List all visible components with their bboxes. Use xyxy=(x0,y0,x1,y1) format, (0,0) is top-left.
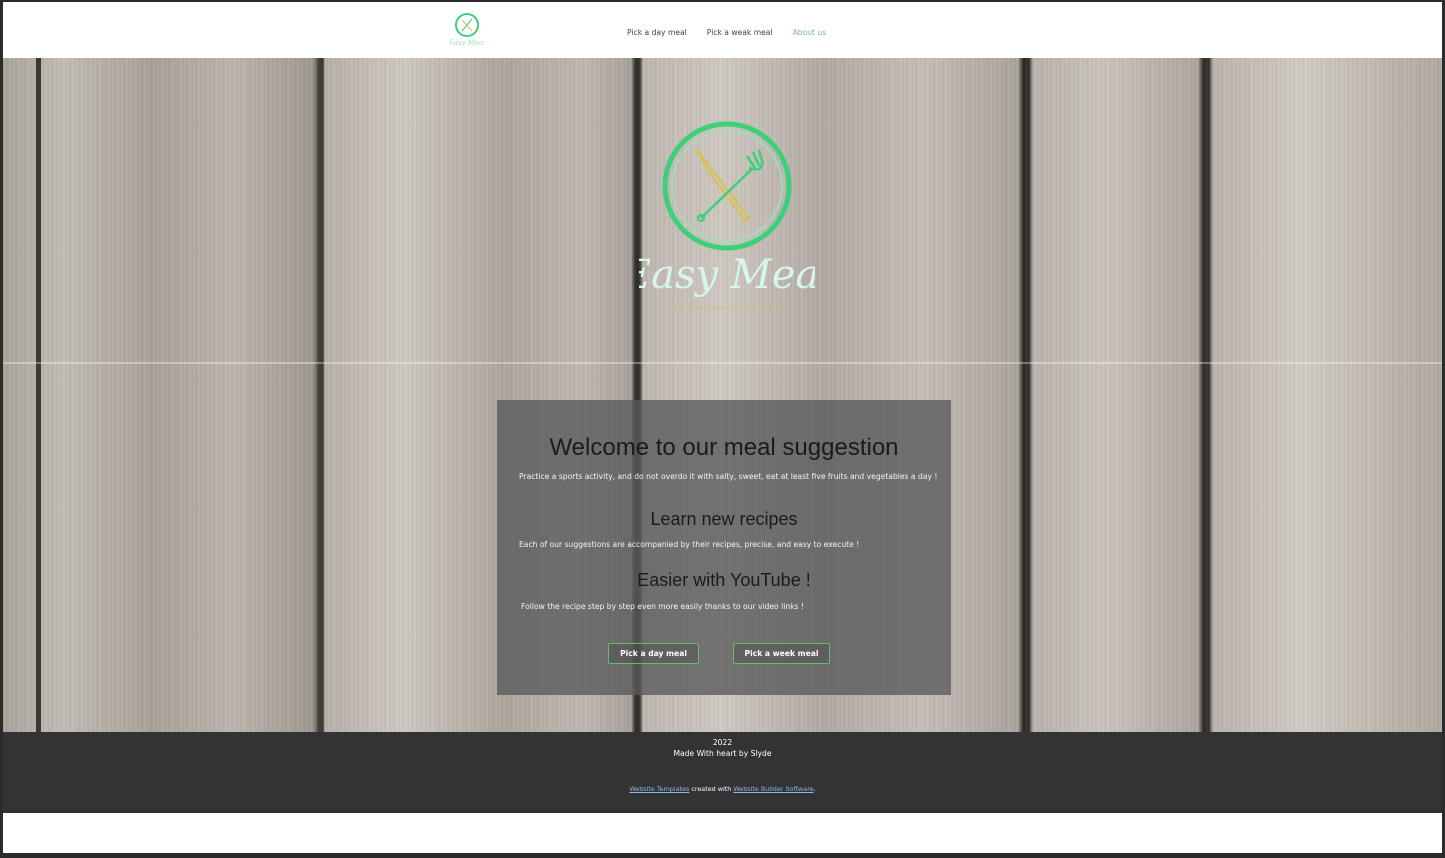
nav-pick-day-meal[interactable]: Pick a day meal xyxy=(627,28,687,37)
bottom-strip xyxy=(3,813,1442,853)
header-logo[interactable]: Easy Meal xyxy=(450,12,484,50)
hero-logo: Easy Meal xyxy=(639,121,815,309)
nav-about-us[interactable]: About us xyxy=(793,28,827,37)
pick-week-meal-button[interactable]: Pick a week meal xyxy=(733,643,830,664)
section-divider xyxy=(3,362,1442,364)
hero-wood-background: Easy Meal Welcome to our meal suggestion… xyxy=(3,58,1442,732)
footer-credit-end: . xyxy=(813,785,816,793)
recipes-title: Learn new recipes xyxy=(650,509,798,529)
hero-logo-text: Easy Meal xyxy=(639,252,815,298)
footer-made-by: Made With heart by Slyde xyxy=(673,749,772,758)
welcome-title: Welcome to our meal suggestion xyxy=(549,434,899,461)
footer: 2022 Made With heart by Slyde Website Te… xyxy=(3,732,1442,813)
header: Easy Meal Pick a day meal Pick a weak me… xyxy=(3,2,1442,58)
website-builder-link[interactable]: Website Builder Software xyxy=(733,785,813,793)
nav-pick-weak-meal[interactable]: Pick a weak meal xyxy=(707,28,773,37)
youtube-text: Follow the recipe step by step even more… xyxy=(521,602,804,611)
welcome-card: Welcome to our meal suggestion Practice … xyxy=(497,400,951,695)
footer-year: 2022 xyxy=(712,738,733,747)
footer-credit: Website Templates created with Website B… xyxy=(3,785,1442,793)
intro-text: Practice a sports activity, and do not o… xyxy=(519,472,938,481)
recipes-text: Each of our suggestions are accompanied … xyxy=(519,540,860,549)
footer-credit-mid: created with xyxy=(689,785,734,793)
svg-text:Easy Meal: Easy Meal xyxy=(450,39,484,47)
website-templates-link[interactable]: Website Templates xyxy=(629,785,689,793)
main-nav: Pick a day meal Pick a weak meal About u… xyxy=(627,28,826,37)
pick-day-meal-button[interactable]: Pick a day meal xyxy=(608,643,699,664)
youtube-title: Easier with YouTube ! xyxy=(637,570,811,590)
page: Easy Meal Pick a day meal Pick a weak me… xyxy=(3,2,1442,853)
